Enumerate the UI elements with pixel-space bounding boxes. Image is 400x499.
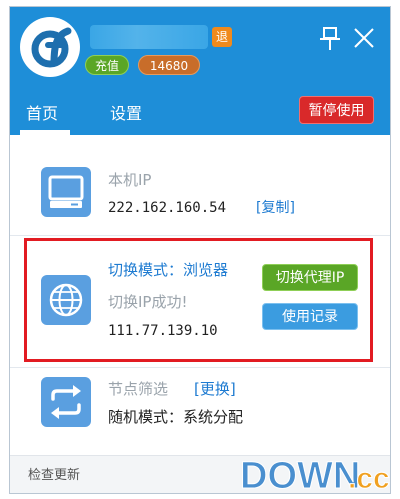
logout-badge[interactable]: 退	[212, 27, 232, 47]
usage-history-button[interactable]: 使用记录	[262, 303, 358, 330]
username-blurred	[90, 25, 208, 49]
change-node-link[interactable]: [更换]	[194, 379, 236, 399]
switch-mode-label: 切换模式：浏览器	[108, 261, 229, 279]
local-ip-label: 本机IP	[108, 171, 152, 189]
watermark-text-main: DOWN	[240, 455, 360, 496]
local-ip-value: 222.162.160.54	[108, 200, 227, 216]
close-icon[interactable]	[353, 27, 375, 49]
header-bar: 退 充值 14680 首页 设置 暂停使用	[10, 7, 390, 135]
pause-button[interactable]: 暂停使用	[299, 96, 374, 124]
copy-ip-link[interactable]: [复制]	[256, 198, 295, 218]
divider	[10, 235, 390, 236]
recharge-button[interactable]: 充值	[85, 55, 129, 75]
globe-icon	[41, 275, 91, 325]
tab-settings[interactable]: 设置	[110, 103, 142, 125]
active-tab-indicator	[20, 130, 70, 135]
watermark-logo: DOWN .cc	[238, 450, 398, 498]
app-window: 退 充值 14680 首页 设置 暂停使用 本机IP 222.162.160.5…	[9, 6, 391, 494]
watermark-text-suffix: .cc	[348, 462, 390, 495]
proxy-ip-value: 111.77.139.10	[108, 323, 218, 339]
switch-proxy-ip-button[interactable]: 切换代理IP	[262, 264, 358, 291]
tab-home[interactable]: 首页	[26, 103, 58, 125]
check-update-link[interactable]: 检查更新	[28, 466, 80, 486]
switch-status: 切换IP成功!	[108, 293, 188, 311]
app-logo	[20, 17, 80, 77]
pin-icon[interactable]	[320, 27, 340, 51]
balance-badge: 14680	[138, 55, 200, 75]
monitor-icon	[41, 167, 91, 217]
node-filter-label: 节点筛选	[108, 380, 169, 398]
refresh-arrows-icon	[41, 377, 91, 427]
node-mode-value: 随机模式：系统分配	[108, 408, 244, 426]
divider	[10, 367, 390, 368]
